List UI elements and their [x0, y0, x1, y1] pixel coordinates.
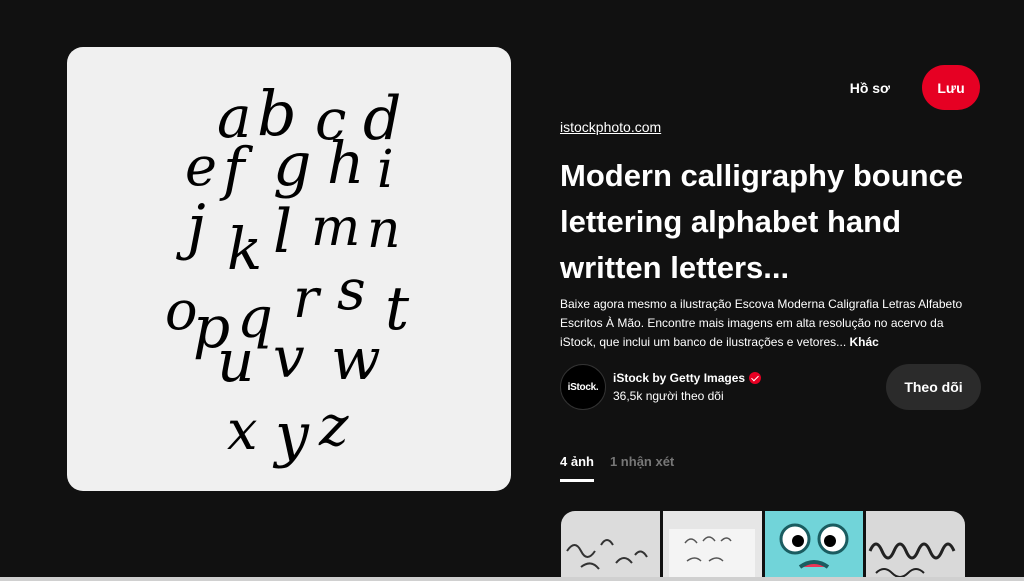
description-text: Baixe agora mesmo a ilustração Escova Mo…: [560, 297, 963, 349]
letter-u: u: [217, 327, 254, 395]
profile-button[interactable]: Hồ sơ: [850, 80, 890, 96]
pin-description: Baixe agora mesmo a ilustração Escova Mo…: [560, 295, 980, 352]
verified-icon: [749, 372, 762, 384]
follower-count: 36,5k người theo dõi: [613, 389, 724, 403]
pin-title: Modern calligraphy bounce lettering alph…: [560, 158, 964, 285]
letter-j: j: [176, 192, 206, 262]
calligraphy-alphabet: a b c de f g h ij k l m nop q r s tu v wx y z: [165, 77, 410, 470]
avatar[interactable]: iStock.: [560, 364, 606, 410]
thumbnail-3-image: [779, 523, 848, 569]
header-actions: Hồ sơ Lưu: [850, 65, 980, 110]
creator-row: iStock. iStock by Getty Images 36,5k ngư…: [560, 364, 981, 410]
letter-y: y: [272, 400, 310, 470]
letter-x: x: [227, 399, 257, 462]
save-button[interactable]: Lưu: [922, 65, 980, 110]
bottom-edge: [0, 577, 1024, 581]
avatar-logo-text: iStock.: [567, 381, 599, 393]
creator-name[interactable]: iStock by Getty Images: [613, 371, 762, 385]
letter-w: w: [331, 325, 381, 393]
letter-h: h: [327, 129, 364, 197]
follow-button[interactable]: Theo dõi: [886, 364, 981, 410]
thumbnail-4-image: [868, 542, 956, 578]
tab-comments[interactable]: 1 nhận xét: [610, 454, 674, 482]
pin-image[interactable]: abcdefghijklmnopqrstuvwxyz: [67, 47, 511, 491]
letter-z: z: [318, 394, 349, 459]
thumbnail-3[interactable]: [764, 511, 864, 581]
letter-n: n: [367, 200, 401, 260]
letter-t: t: [385, 274, 410, 344]
letter-l: l: [273, 197, 292, 267]
thumbnail-2-image: [668, 529, 755, 581]
source-link[interactable]: istockphoto.com: [560, 119, 661, 135]
letter-g: g: [273, 130, 311, 200]
letter-v: v: [273, 326, 305, 391]
photo-thumbnails: [561, 511, 965, 581]
letter-m: m: [311, 198, 360, 258]
letter-e: e: [185, 135, 217, 198]
tab-photos[interactable]: 4 ảnh: [560, 454, 594, 482]
letter-i: i: [377, 140, 394, 200]
creator-name-text: iStock by Getty Images: [613, 371, 746, 385]
letter-r: r: [293, 267, 322, 330]
letter-k: k: [227, 215, 262, 283]
letter-s: s: [337, 258, 366, 323]
more-link[interactable]: Khác: [850, 335, 879, 349]
tabs: 4 ảnh 1 nhận xét: [560, 454, 674, 482]
thumbnail-1-image: [566, 539, 648, 570]
thumbnail-4[interactable]: [866, 511, 965, 581]
thumbnail-1[interactable]: [561, 511, 660, 581]
thumbnail-2[interactable]: [662, 511, 762, 581]
